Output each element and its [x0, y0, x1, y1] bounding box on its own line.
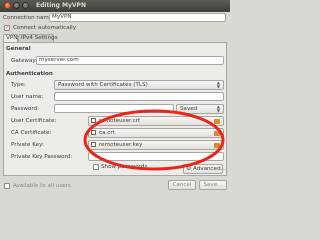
username-input[interactable]: [54, 92, 224, 101]
connection-name-input[interactable]: MyVPN: [49, 13, 226, 22]
folder-icon: [214, 119, 220, 124]
available-to-all-users-checkbox[interactable]: [4, 183, 10, 189]
general-heading: General: [6, 46, 31, 52]
type-label: Type:: [11, 82, 26, 88]
password-label: Password:: [11, 106, 40, 112]
dropdown-arrows-icon: ▲ ▼: [216, 104, 220, 113]
save-button[interactable]: Save...: [199, 180, 227, 190]
tab-ipv4-settings[interactable]: IPv4 Settings: [18, 34, 58, 42]
gateway-input[interactable]: myserver.com: [36, 56, 224, 65]
connect-automatically-label: Connect automatically: [13, 25, 77, 31]
user-certificate-chooser[interactable]: remoteuser.crt: [88, 116, 224, 126]
gear-icon: ⚙: [186, 165, 192, 172]
private-key-value: remoteuser.key: [99, 142, 143, 148]
folder-icon: [214, 131, 220, 136]
user-certificate-value: remoteuser.crt: [99, 118, 141, 124]
file-icon: [91, 118, 96, 123]
ca-certificate-value: ca.crt: [99, 130, 115, 136]
auth-type-select[interactable]: Password with Certificates (TLS) ▲ ▼: [54, 80, 224, 90]
advanced-button[interactable]: ⚙ Advanced...: [183, 164, 226, 174]
private-key-password-input[interactable]: [88, 152, 224, 161]
checkmark-icon: ✓: [5, 24, 11, 31]
title-bar: Editing MyVPN: [0, 0, 230, 12]
maximize-icon[interactable]: [22, 2, 29, 9]
private-key-password-label: Private Key Password:: [11, 154, 73, 160]
minimize-icon[interactable]: [13, 2, 20, 9]
file-icon: [91, 142, 96, 147]
show-passwords-label: Show passwords: [101, 164, 148, 170]
gateway-label: Gateway:: [11, 58, 38, 64]
username-label: User name:: [11, 94, 44, 100]
connection-name-label: Connection name:: [3, 15, 55, 21]
password-mode-value: Saved: [180, 106, 198, 112]
available-to-all-users-label: Available to all users: [13, 183, 71, 189]
advanced-label: Advanced...: [193, 166, 226, 172]
auth-type-value: Password with Certificates (TLS): [58, 82, 148, 88]
user-certificate-label: User Certificate:: [11, 118, 57, 124]
file-icon: [91, 130, 96, 135]
connect-automatically-checkbox[interactable]: ✓: [4, 24, 11, 31]
cancel-button[interactable]: Cancel: [168, 180, 196, 190]
private-key-chooser[interactable]: remoteuser.key: [88, 140, 224, 150]
folder-icon: [214, 143, 220, 148]
authentication-heading: Authentication: [6, 71, 53, 77]
ca-certificate-label: CA Certificate:: [11, 130, 52, 136]
dropdown-arrows-icon: ▲ ▼: [216, 80, 220, 89]
password-mode-select[interactable]: Saved ▲ ▼: [176, 104, 224, 114]
ca-certificate-chooser[interactable]: ca.crt: [88, 128, 224, 138]
show-passwords-checkbox[interactable]: [93, 164, 99, 170]
private-key-label: Private Key:: [11, 142, 44, 148]
close-icon[interactable]: [4, 2, 11, 9]
window-title: Editing MyVPN: [36, 2, 86, 9]
password-input[interactable]: [54, 104, 174, 113]
